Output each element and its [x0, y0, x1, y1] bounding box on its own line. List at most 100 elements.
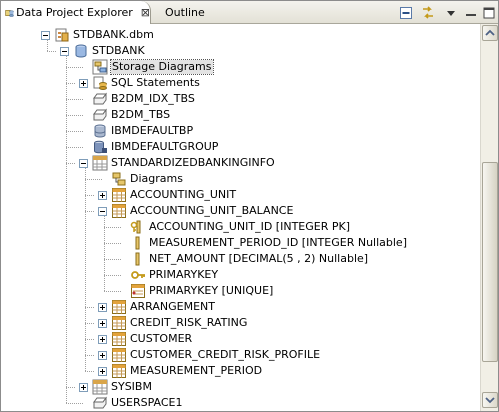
- tree-item[interactable]: SYSIBM: [1, 379, 480, 395]
- tree-item[interactable]: NET_AMOUNT [DECIMAL(5 , 2) Nullable]: [1, 251, 480, 267]
- expand-icon[interactable]: [98, 303, 107, 312]
- collapse-icon[interactable]: [98, 207, 107, 216]
- tree-item-label: CUSTOMER: [130, 332, 193, 345]
- tree-item-label: MEASUREMENT_PERIOD_ID [INTEGER Nullable]: [149, 236, 407, 249]
- tree-item-label: SQL Statements: [111, 76, 200, 89]
- tree-item-label: Storage Diagrams: [110, 59, 214, 75]
- tree-item[interactable]: B2DM_TBS: [1, 107, 480, 123]
- tablespace-icon: [93, 108, 107, 121]
- tree-item[interactable]: STANDARDIZEDBANKINGINFO: [1, 155, 480, 171]
- tree-item-label: CUSTOMER_CREDIT_RISK_PROFILE: [130, 348, 321, 361]
- tree-item[interactable]: PRIMARYKEY: [1, 267, 480, 283]
- table-icon: [112, 188, 126, 202]
- tree-item-label: MEASUREMENT_PERIOD: [130, 364, 263, 377]
- tab-data-project-explorer[interactable]: Data Project Explorer ⊠: [1, 1, 151, 24]
- collapse-icon[interactable]: [79, 159, 88, 168]
- schema-icon: [92, 155, 108, 171]
- tree-item-label: NET_AMOUNT [DECIMAL(5 , 2) Nullable]: [149, 252, 369, 265]
- tree-item[interactable]: MEASUREMENT_PERIOD_ID [INTEGER Nullable]: [1, 235, 480, 251]
- tree-item-label: SYSIBM: [111, 380, 152, 393]
- tree-item-label: IBMDEFAULTGROUP: [111, 140, 219, 153]
- database-icon: [75, 44, 87, 58]
- vertical-scrollbar[interactable]: [480, 24, 498, 411]
- tree-item[interactable]: ACCOUNTING_UNIT_BALANCE: [1, 203, 480, 219]
- scroll-down-button[interactable]: [482, 392, 498, 408]
- tree-item-label: PRIMARYKEY: [149, 268, 219, 281]
- tree-item-label: USERSPACE1: [111, 396, 183, 409]
- expand-icon[interactable]: [98, 351, 107, 360]
- tree-item[interactable]: MEASUREMENT_PERIOD: [1, 363, 480, 379]
- tree-item-label: STDBANK: [92, 44, 145, 57]
- arrow-down-icon: [485, 397, 495, 404]
- table-icon: [112, 300, 126, 314]
- close-tab-icon[interactable]: ⊠: [141, 6, 150, 19]
- view-tab-bar: Data Project Explorer ⊠ Outline: [1, 1, 498, 24]
- tree-item[interactable]: B2DM_IDX_TBS: [1, 91, 480, 107]
- tree-item[interactable]: USERSPACE1: [1, 395, 480, 411]
- tree-item-label: STANDARDIZEDBANKINGINFO: [111, 156, 275, 169]
- scroll-thumb[interactable]: [482, 162, 498, 362]
- tree-item[interactable]: STDBANK.dbm: [1, 27, 480, 43]
- tab-outline[interactable]: Outline: [161, 1, 205, 24]
- tree-item[interactable]: IBMDEFAULTGROUP: [1, 139, 480, 155]
- index-icon: [131, 284, 145, 298]
- tablespace-icon: [93, 92, 107, 105]
- tree-item[interactable]: IBMDEFAULTBP: [1, 123, 480, 139]
- tree-item[interactable]: SQL Statements: [1, 75, 480, 91]
- collapse-all-icon[interactable]: [398, 5, 414, 21]
- table-icon: [112, 332, 126, 346]
- table-icon: [112, 204, 126, 218]
- tree-item[interactable]: CREDIT_RISK_RATING: [1, 315, 480, 331]
- tree-item-label: ACCOUNTING_UNIT_ID [INTEGER PK]: [149, 220, 350, 233]
- tree-item[interactable]: Diagrams: [1, 171, 480, 187]
- tree-item-label: PRIMARYKEY [UNIQUE]: [149, 284, 274, 297]
- bufferpool-icon: [94, 124, 106, 138]
- tab-label: Outline: [165, 6, 205, 19]
- expand-icon[interactable]: [98, 319, 107, 328]
- diagram-icon: [112, 172, 126, 186]
- collapse-icon[interactable]: [41, 31, 50, 40]
- link-with-editor-icon[interactable]: [420, 5, 436, 21]
- data-project-explorer-icon: [5, 9, 14, 17]
- tree-item[interactable]: PRIMARYKEY [UNIQUE]: [1, 283, 480, 299]
- tablespace-icon: [93, 396, 107, 409]
- tree-item[interactable]: ACCOUNTING_UNIT_ID [INTEGER PK]: [1, 219, 480, 235]
- tab-label: Data Project Explorer: [16, 6, 133, 19]
- view-menu-icon[interactable]: [443, 5, 459, 21]
- tree-item-label: B2DM_TBS: [111, 108, 171, 121]
- tree-item-label: ACCOUNTING_UNIT_BALANCE: [130, 204, 294, 217]
- tree-item[interactable]: ACCOUNTING_UNIT: [1, 187, 480, 203]
- tree-item-label: ACCOUNTING_UNIT: [130, 188, 237, 201]
- tree-item-label: STDBANK.dbm: [73, 28, 154, 41]
- storage-diagram-icon: [92, 59, 108, 75]
- minimize-view-icon[interactable]: [463, 5, 479, 21]
- expand-icon[interactable]: [79, 79, 88, 88]
- tree-item[interactable]: ARRANGEMENT: [1, 299, 480, 315]
- schema-icon: [92, 379, 108, 395]
- tree-item-label: B2DM_IDX_TBS: [111, 92, 195, 105]
- pk-column-icon: [130, 220, 141, 234]
- column-icon: [135, 236, 140, 250]
- sql-statements-icon: [93, 76, 107, 90]
- table-icon: [112, 364, 126, 378]
- maximize-view-icon[interactable]: [481, 5, 497, 21]
- tree-item-label: IBMDEFAULTBP: [111, 124, 194, 137]
- tree-item-label: ARRANGEMENT: [130, 300, 215, 313]
- key-icon: [131, 271, 145, 279]
- table-icon: [112, 316, 126, 330]
- tree-item[interactable]: CUSTOMER: [1, 331, 480, 347]
- collapse-icon[interactable]: [60, 47, 69, 56]
- tree-item[interactable]: STDBANK: [1, 43, 480, 59]
- tree-item[interactable]: CUSTOMER_CREDIT_RISK_PROFILE: [1, 347, 480, 363]
- expand-icon[interactable]: [98, 367, 107, 376]
- scroll-up-button[interactable]: [482, 25, 498, 41]
- data-project-tree[interactable]: STDBANK.dbm STDBANK Storage Diagrams SQL St…: [1, 24, 480, 411]
- tree-item[interactable]: Storage Diagrams: [1, 59, 480, 75]
- expand-icon[interactable]: [98, 335, 107, 344]
- table-icon: [112, 348, 126, 362]
- expand-icon[interactable]: [98, 191, 107, 200]
- expand-icon[interactable]: [79, 383, 88, 392]
- tree-item-label: CREDIT_RISK_RATING: [130, 316, 248, 329]
- tree-item-label: Diagrams: [130, 172, 183, 185]
- dbm-file-icon: [55, 28, 69, 42]
